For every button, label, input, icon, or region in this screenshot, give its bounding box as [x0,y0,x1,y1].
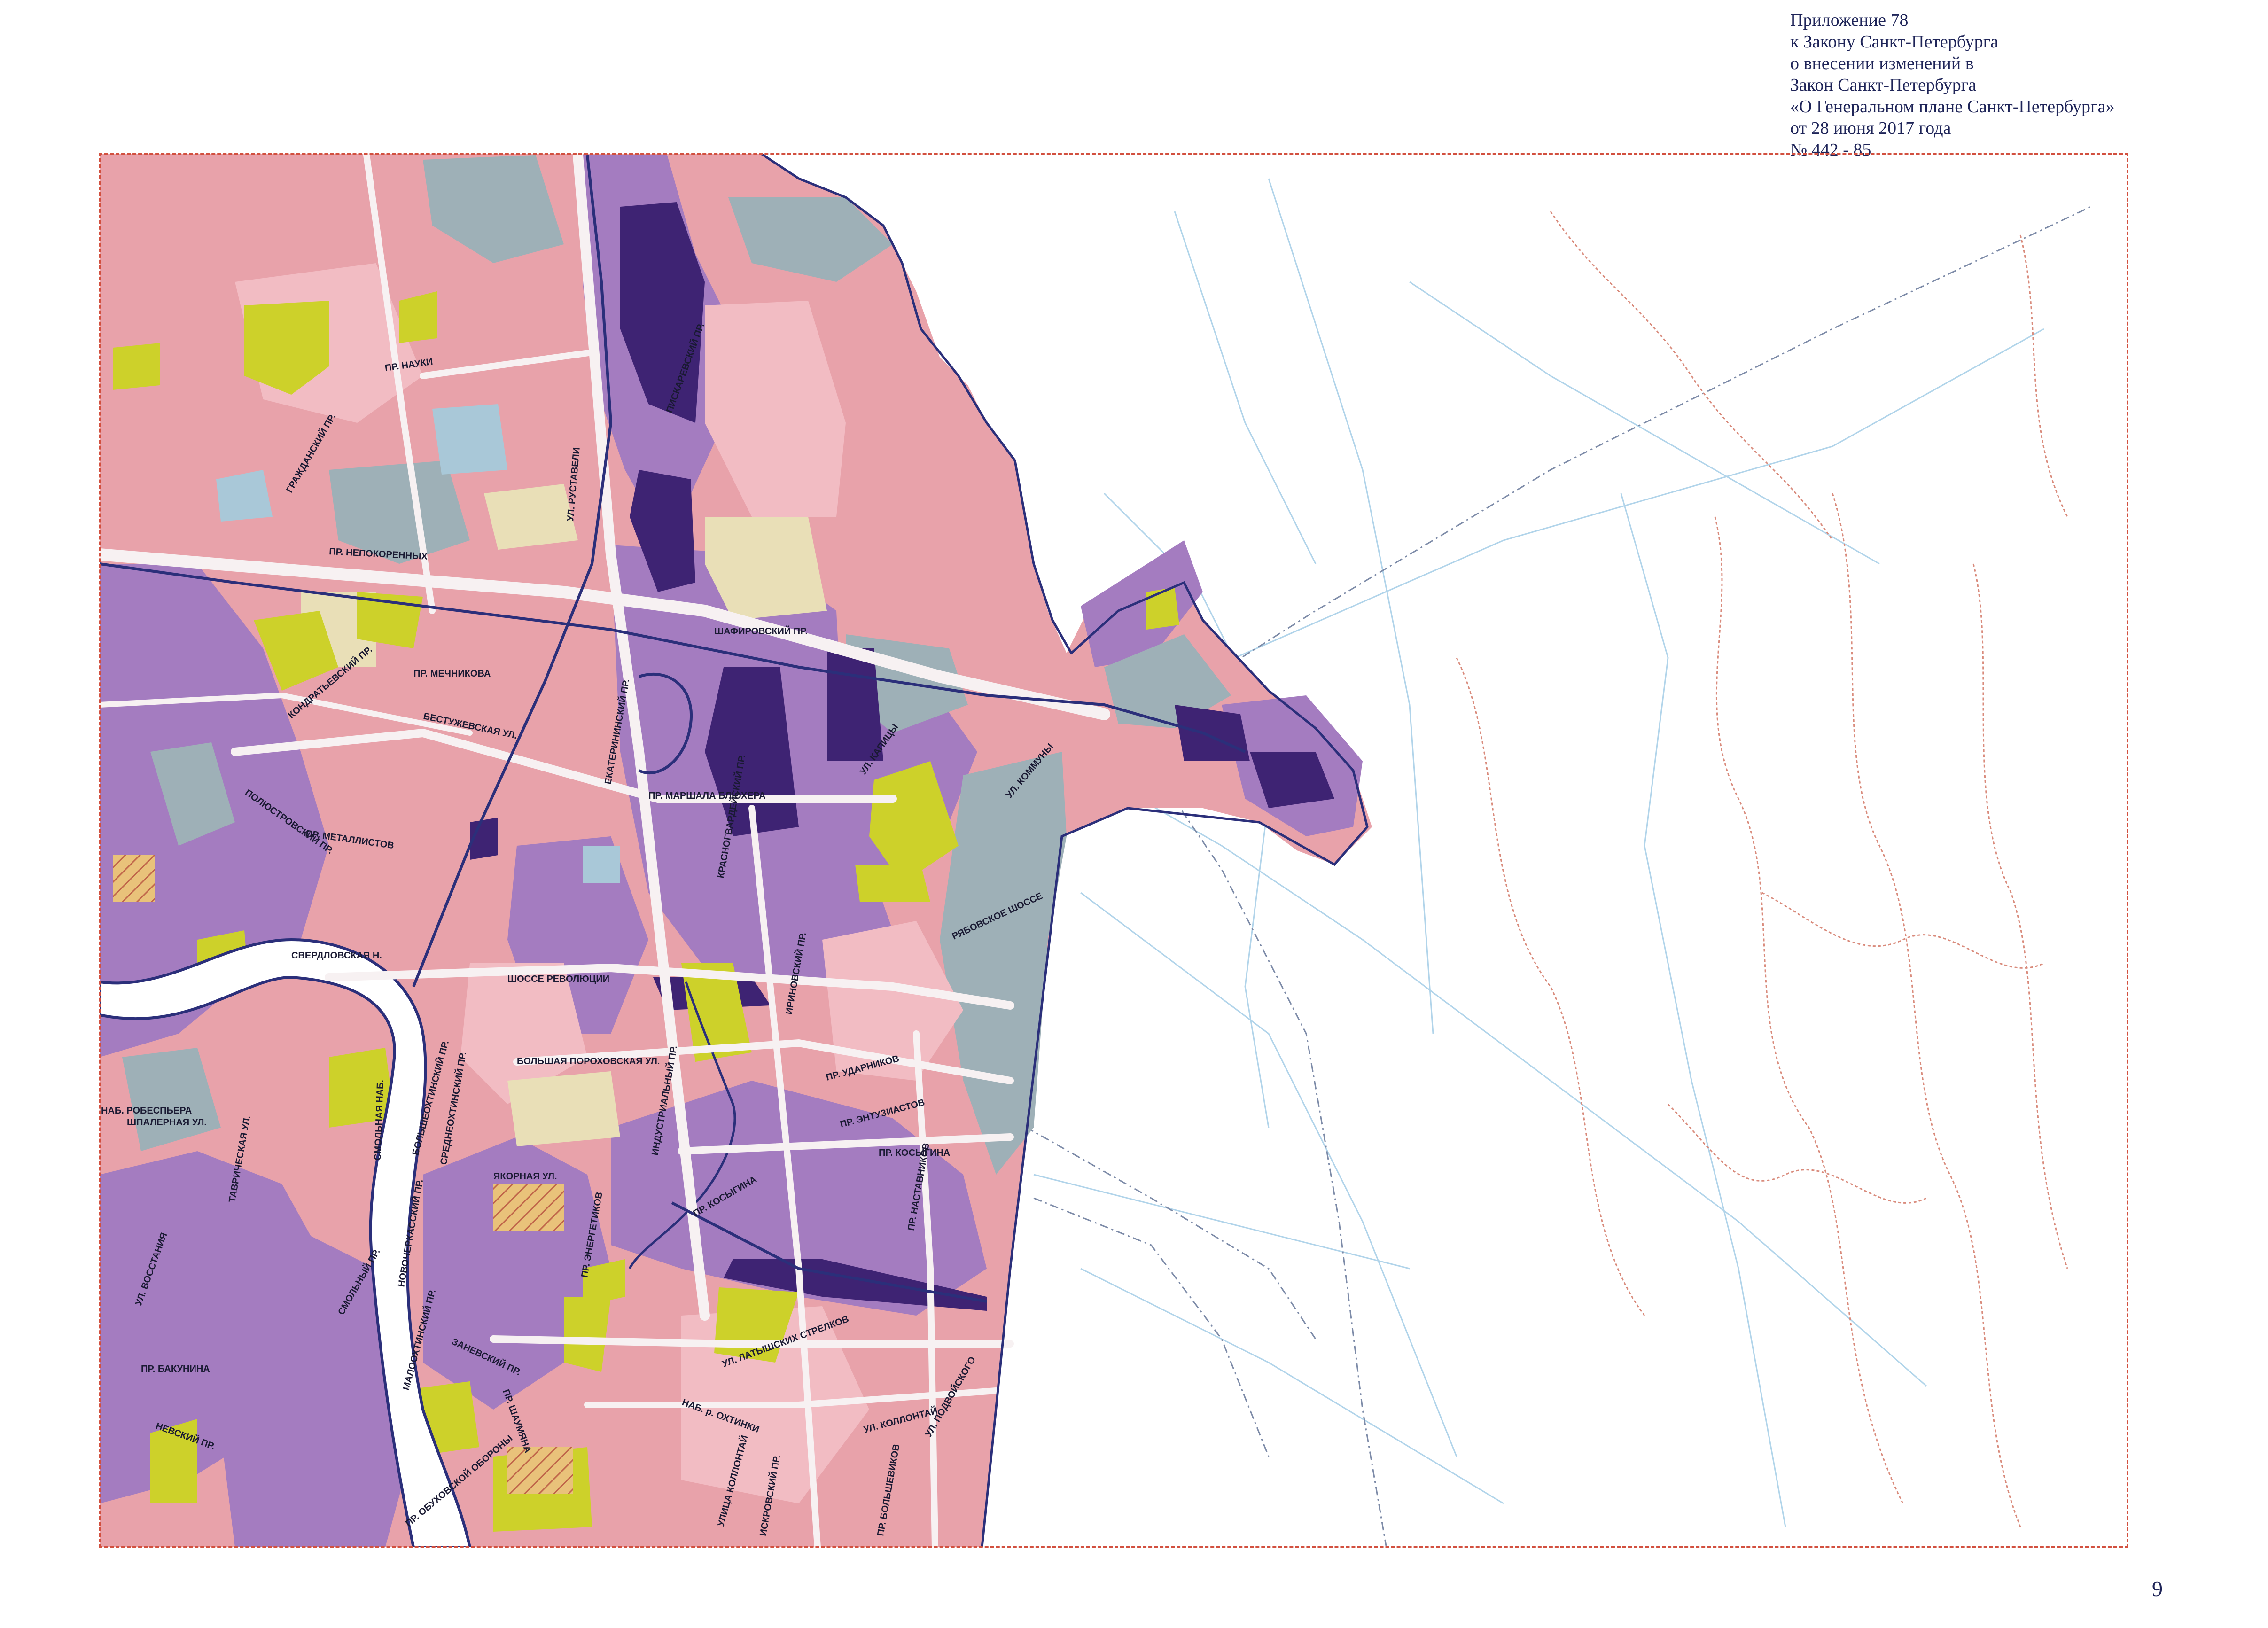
page-number: 9 [2152,1577,2163,1601]
map-frame [99,153,2128,1548]
